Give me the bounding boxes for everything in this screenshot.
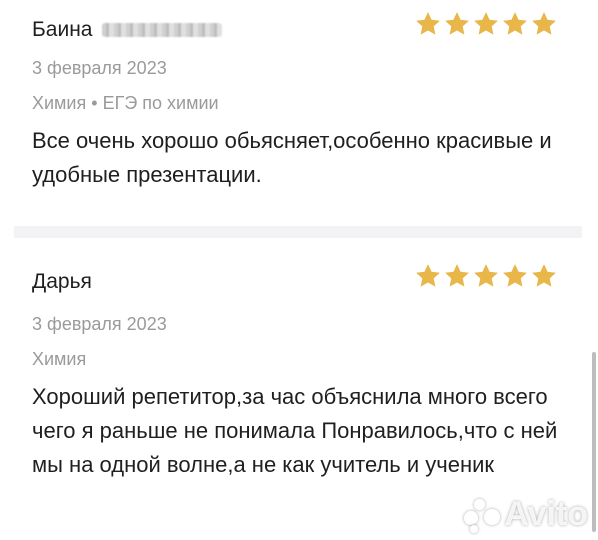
review-card: Баина 3 февраля 2023 Химия • ЕГЭ по хими…	[32, 0, 558, 192]
review-date: 3 февраля 2023	[32, 58, 167, 78]
star-icon	[530, 262, 558, 290]
subject-separator: •	[91, 93, 98, 113]
review-subject: Химия	[32, 349, 87, 369]
star-icon	[414, 10, 442, 38]
star-icon	[472, 10, 500, 38]
scrollbar[interactable]	[592, 352, 596, 532]
review-header: Баина	[32, 0, 558, 44]
section-divider	[14, 226, 582, 238]
star-icon	[501, 10, 529, 38]
review-text: Все очень хорошо обьясняет,особенно крас…	[32, 128, 552, 188]
star-icon	[414, 262, 442, 290]
review-text: Хороший репетитор,за час объяснила много…	[32, 384, 558, 478]
review-author: Баина	[32, 18, 223, 42]
author-name: Баина	[32, 18, 93, 41]
review-subject: Химия • ЕГЭ по химии	[32, 93, 558, 114]
star-icon	[443, 10, 471, 38]
watermark-text: Avito	[504, 495, 588, 533]
star-icon	[443, 262, 471, 290]
rating-stars	[414, 262, 558, 290]
avito-watermark: Avito	[464, 495, 588, 534]
review-date: 3 февраля 2023	[32, 314, 167, 334]
star-icon	[501, 262, 529, 290]
avito-logo-icon	[464, 497, 501, 533]
subject-label: Химия	[32, 93, 87, 113]
rating-stars	[414, 10, 558, 38]
review-author: Дарья	[32, 270, 92, 293]
star-icon	[530, 10, 558, 38]
author-surname-blurred	[102, 23, 223, 37]
review-header: Дарья	[32, 258, 558, 302]
star-icon	[472, 262, 500, 290]
review-card: Дарья 3 февраля 2023 Химия Хороший репет…	[32, 258, 558, 482]
course-label: ЕГЭ по химии	[102, 93, 219, 113]
